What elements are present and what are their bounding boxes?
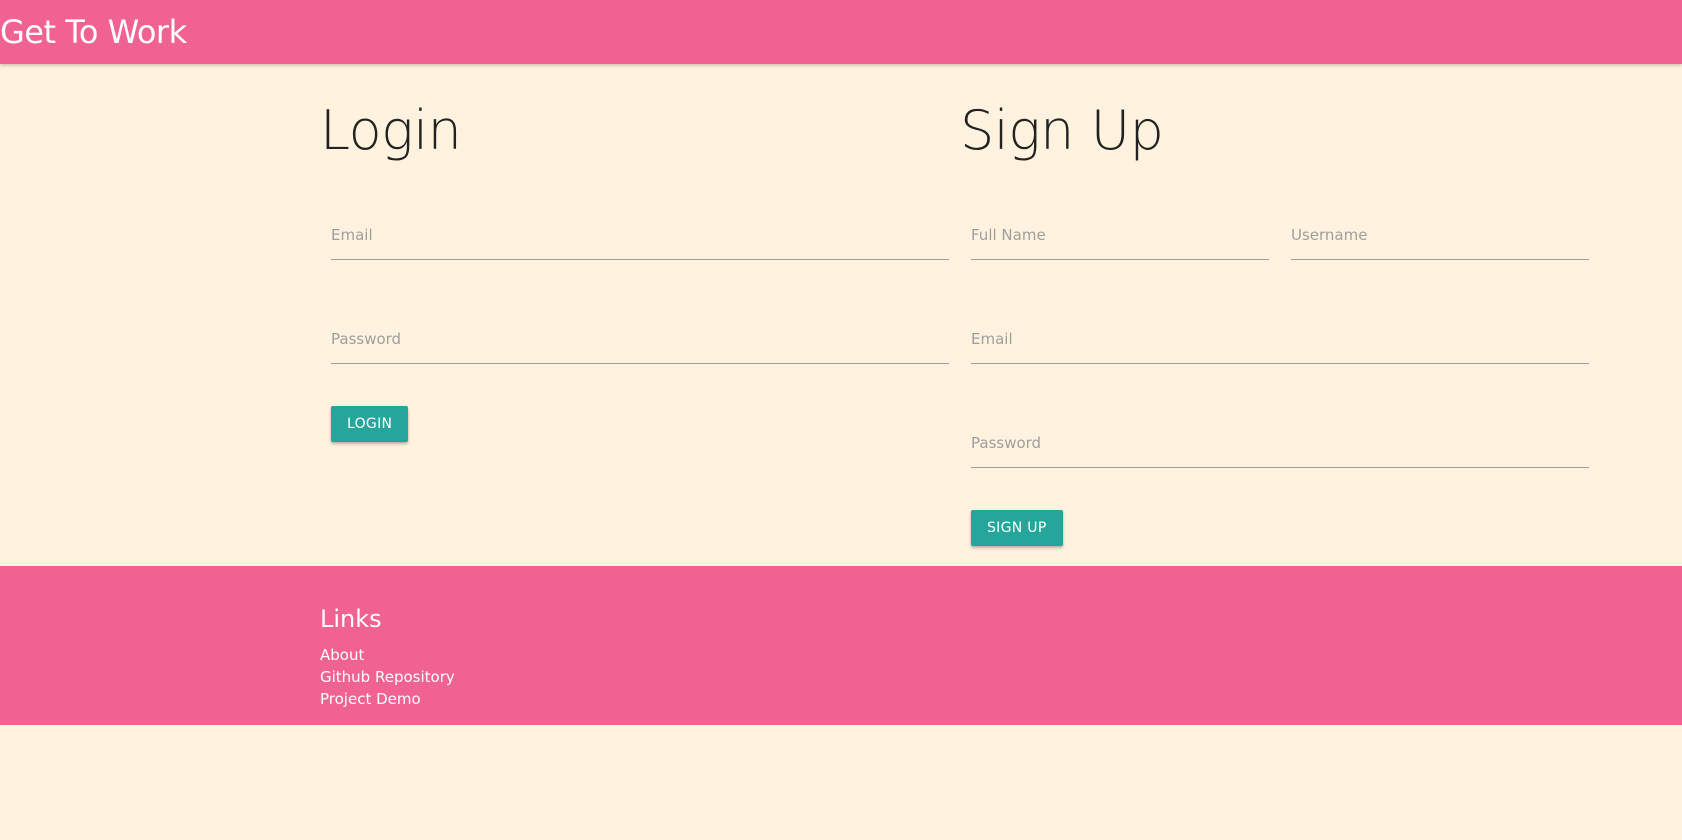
page-footer: Links About Github Repository Project De…: [0, 566, 1682, 725]
footer-link-item: Github Repository: [320, 666, 455, 688]
footer-link-about[interactable]: About: [320, 646, 364, 664]
login-password-field: [331, 317, 949, 364]
signup-fullname-input[interactable]: [971, 213, 1269, 257]
footer-link-project-demo[interactable]: Project Demo: [320, 690, 421, 708]
signup-title: Sign Up: [960, 99, 1164, 162]
footer-links-list: About Github Repository Project Demo: [320, 644, 455, 710]
signup-button[interactable]: SIGN UP: [971, 510, 1063, 546]
login-email-input[interactable]: [331, 213, 949, 257]
signup-fullname-field: [971, 213, 1269, 260]
login-password-input[interactable]: [331, 317, 949, 361]
login-button[interactable]: LOGIN: [331, 406, 409, 442]
signup-username-field: [1291, 213, 1589, 260]
signup-email-input[interactable]: [971, 317, 1589, 361]
signup-username-input[interactable]: [1291, 213, 1589, 257]
login-email-field: [331, 213, 949, 260]
brand-logo-link[interactable]: Get To Work: [0, 13, 187, 51]
signup-password-field: [971, 421, 1589, 468]
footer-link-github-repository[interactable]: Github Repository: [320, 668, 455, 686]
footer-links-title: Links: [320, 605, 382, 633]
signup-password-input[interactable]: [971, 421, 1589, 465]
top-navbar: Get To Work: [0, 0, 1682, 64]
footer-link-item: Project Demo: [320, 688, 455, 710]
signup-email-field: [971, 317, 1589, 364]
footer-link-item: About: [320, 644, 455, 666]
login-title: Login: [320, 99, 462, 162]
